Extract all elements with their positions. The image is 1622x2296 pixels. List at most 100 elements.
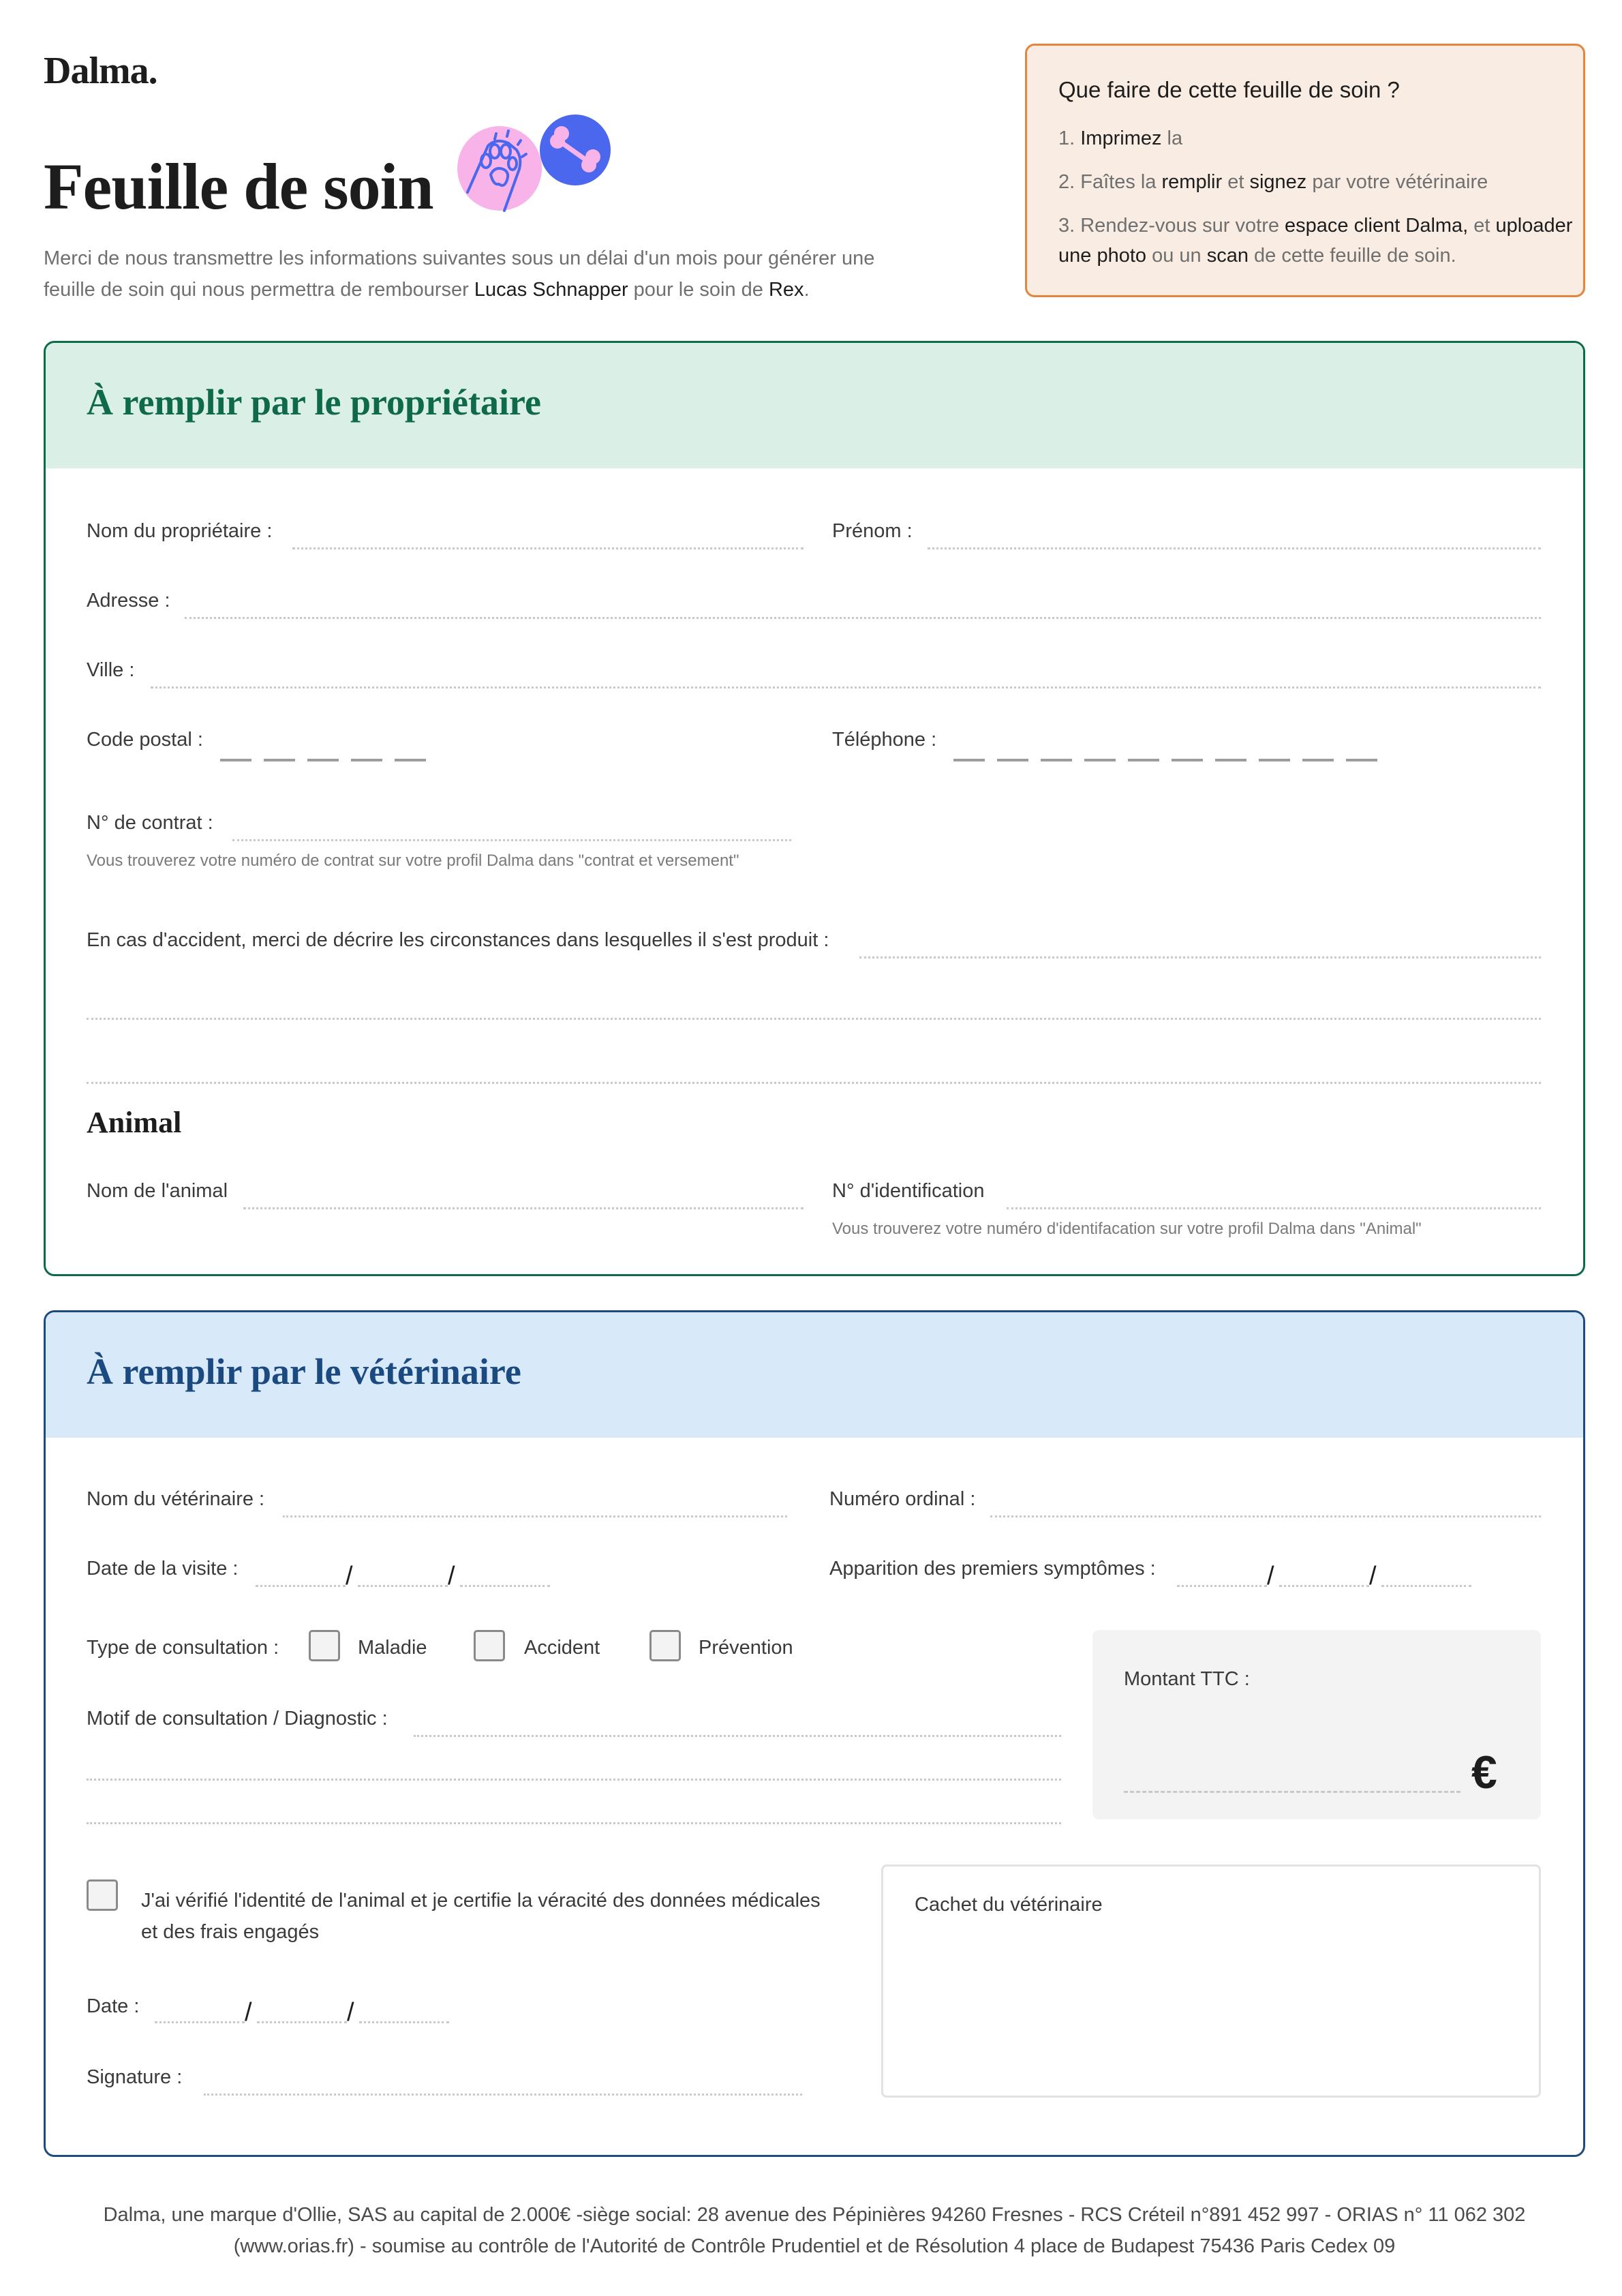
amount-label: Montant TTC : [1124,1668,1250,1690]
contract-field[interactable] [232,839,791,841]
instructions-heading: Que faire de cette feuille de soin ? [1058,77,1400,102]
owner-first-name-field[interactable] [928,547,1541,549]
digit-slot[interactable] [1041,759,1072,761]
footer-line-2: (www.orias.fr) - soumise au contrôle de … [233,2235,1396,2257]
certify-checkbox[interactable] [87,1879,118,1911]
owner-section-title: À remplir par le propriétaire [87,382,541,423]
owner-name: Lucas Schnapper [474,279,628,301]
certify-text: J'ai vérifié l'identité de l'animal et j… [141,1890,821,1943]
accident-field-line-2[interactable] [87,1018,1541,1020]
digit-slot[interactable] [1084,759,1116,761]
motive-label: Motif de consultation / Diagnostic : [87,1708,388,1729]
stamp-label: Cachet du vétérinaire [915,1894,1103,1916]
symptoms-month[interactable] [1279,1585,1369,1587]
vet-name-field[interactable] [283,1515,787,1517]
digit-slot[interactable] [220,759,251,761]
instruction-step-3: 3. Rendez-vous sur votre espace client D… [1058,215,1573,267]
digit-slot[interactable] [1172,759,1203,761]
date-separator: / [1369,1562,1377,1590]
motive-field-line-3[interactable] [87,1822,1061,1824]
visit-date-month[interactable] [358,1585,448,1587]
animal-id-hint: Vous trouverez votre numéro d'identifaca… [832,1220,1422,1238]
consult-option-prevention: Prévention [699,1637,793,1659]
sign-date-month[interactable] [257,2021,347,2023]
digit-slot[interactable] [395,759,426,761]
motive-field-line-1[interactable] [414,1735,1061,1737]
dalma-logo: Dalma. [44,50,158,92]
instruction-step-1: 1. Imprimez la [1058,127,1183,149]
vet-section-title: À remplir par le vétérinaire [87,1351,521,1392]
euro-icon: € [1471,1747,1497,1798]
consult-option-maladie: Maladie [358,1637,427,1659]
amount-box: Montant TTC : € [1092,1630,1541,1819]
page-title: Feuille de soin [44,150,434,223]
owner-section-header: À remplir par le propriétaire [46,343,1583,468]
date-separator: / [1267,1562,1274,1590]
vet-name-label: Nom du vétérinaire : [87,1488,265,1510]
visit-date-year[interactable] [460,1585,550,1587]
bone-icon [540,115,611,185]
owner-last-name-label: Nom du propriétaire : [87,520,273,542]
pet-name: Rex [768,279,804,301]
symptoms-label: Apparition des premiers symptômes : [829,1558,1156,1580]
digit-slot[interactable] [1259,759,1290,761]
footer-legal: Dalma, une marque d'Ollie, SAS au capita… [44,2199,1585,2262]
signature-field[interactable] [204,2094,802,2096]
owner-section: À remplir par le propriétaire Nom du pro… [44,341,1585,1276]
consult-type-label: Type de consultation : [87,1637,279,1659]
address-label: Adresse : [87,590,170,611]
vet-stamp-box[interactable]: Cachet du vétérinaire [881,1864,1541,2098]
animal-name-field[interactable] [243,1207,804,1209]
visit-date-day[interactable] [256,1585,346,1587]
sign-date-label: Date : [87,1995,140,2017]
contract-hint: Vous trouverez votre numéro de contrat s… [87,851,739,870]
city-label: Ville : [87,659,135,681]
illustration [457,115,611,212]
consult-checkbox-prevention[interactable] [649,1630,681,1661]
owner-last-name-field[interactable] [292,547,804,549]
city-field[interactable] [151,686,1541,689]
intro-text: Merci de nous transmettre les informatio… [44,247,875,301]
signature-label: Signature : [87,2066,183,2088]
sign-date-day[interactable] [155,2021,245,2023]
digit-slot[interactable] [1302,759,1334,761]
animal-id-field[interactable] [1007,1207,1541,1209]
consult-checkbox-maladie[interactable] [309,1630,340,1661]
vet-section: À remplir par le vétérinaire Nom du vété… [44,1310,1585,2157]
animal-heading: Animal [87,1106,182,1139]
digit-slot[interactable] [264,759,295,761]
vet-section-header: À remplir par le vétérinaire [46,1312,1583,1438]
consult-checkbox-accident[interactable] [474,1630,505,1661]
animal-name-label: Nom de l'animal [87,1180,228,1202]
contract-label: N° de contrat : [87,812,213,834]
digit-slot[interactable] [953,759,985,761]
footer-line-1: Dalma, une marque d'Ollie, SAS au capita… [103,2204,1526,2226]
address-field[interactable] [185,617,1541,619]
ordinal-field[interactable] [990,1515,1541,1517]
visit-date-label: Date de la visite : [87,1558,239,1580]
owner-first-name-label: Prénom : [832,520,913,542]
date-separator: / [448,1562,455,1590]
ordinal-label: Numéro ordinal : [829,1488,976,1510]
accident-label: En cas d'accident, merci de décrire les … [87,929,829,951]
date-separator: / [245,1998,252,2027]
date-separator: / [346,1562,353,1590]
sign-date-year[interactable] [359,2021,449,2023]
digit-slot[interactable] [1346,759,1377,761]
animal-id-label: N° d'identification [832,1180,985,1202]
digit-slot[interactable] [307,759,339,761]
accident-field-line-1[interactable] [859,956,1541,958]
accident-field-line-3[interactable] [87,1082,1541,1084]
motive-field-line-2[interactable] [87,1779,1061,1781]
symptoms-year[interactable] [1381,1585,1471,1587]
digit-slot[interactable] [997,759,1028,761]
consult-option-accident: Accident [524,1637,600,1659]
symptoms-day[interactable] [1177,1585,1267,1587]
digit-slot[interactable] [1128,759,1159,761]
digit-slot[interactable] [351,759,382,761]
amount-field[interactable] [1124,1791,1460,1793]
digit-slot[interactable] [1215,759,1246,761]
phone-label: Téléphone : [832,729,937,751]
date-separator: / [347,1998,354,2027]
paw-icon [457,126,542,212]
